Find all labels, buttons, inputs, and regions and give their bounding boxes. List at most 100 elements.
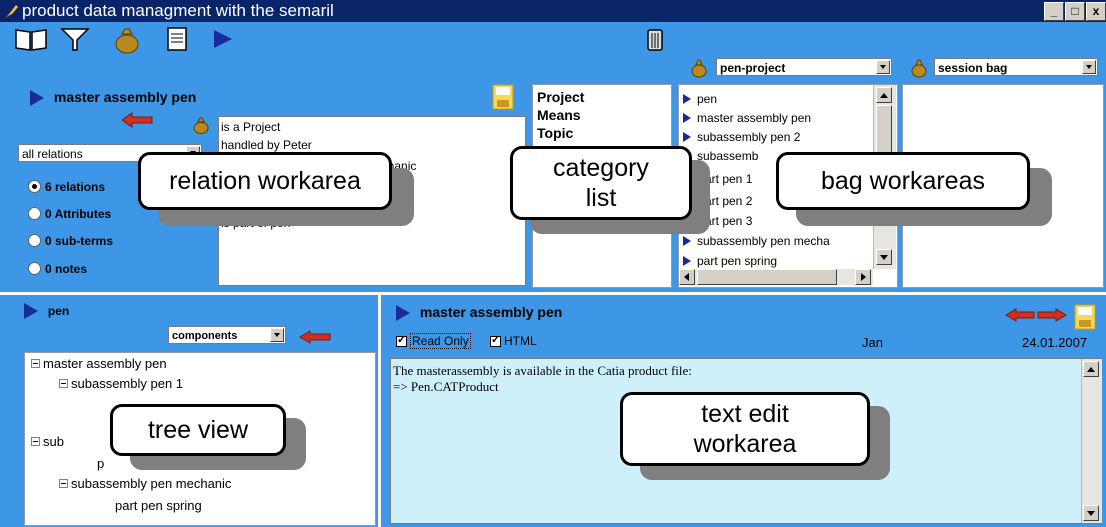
list-item[interactable]: art pen 1 [705, 171, 752, 187]
minimize-button[interactable]: _ [1044, 2, 1064, 21]
list-item-label: pen [697, 92, 718, 106]
session-bag-value: session bag [938, 61, 1008, 75]
radio-button[interactable] [28, 180, 41, 193]
play-icon [683, 132, 691, 142]
title-bar[interactable]: product data managment with the semaril … [0, 0, 1106, 22]
back-arrow-icon[interactable] [298, 330, 332, 344]
relation-filter-value: all relations [22, 147, 83, 161]
bag-icon[interactable] [110, 24, 144, 54]
tree-node[interactable]: p [97, 455, 104, 473]
read-only-checkbox[interactable]: Read Only [396, 333, 471, 349]
list-item[interactable]: art pen 2 [705, 193, 752, 209]
collapse-icon[interactable] [31, 359, 40, 368]
callout-relation-workarea: relation workarea [138, 152, 392, 210]
tree-term: pen [47, 304, 70, 318]
tree-mode-select[interactable]: components [168, 326, 286, 344]
bag-icon[interactable] [690, 58, 708, 78]
list-item[interactable]: part pen spring [683, 253, 777, 269]
scroll-right-icon[interactable] [855, 269, 871, 285]
bag-icon[interactable] [192, 116, 210, 134]
radio-relations[interactable]: 6 relations [28, 180, 105, 194]
close-button[interactable]: x [1086, 2, 1106, 21]
radio-attributes[interactable]: 0 Attributes [28, 207, 111, 221]
list-item[interactable]: is a Project [221, 119, 280, 135]
text-header: master assembly pen [396, 304, 563, 322]
category-item[interactable]: Means [537, 107, 581, 123]
bag-icon[interactable] [910, 58, 928, 78]
play-icon [683, 256, 691, 266]
play-icon [683, 236, 691, 246]
collapse-icon[interactable] [59, 379, 68, 388]
chevron-down-icon[interactable] [270, 328, 284, 342]
checkbox[interactable] [396, 333, 407, 347]
book-icon[interactable] [14, 24, 48, 54]
radio-sub-terms[interactable]: 0 sub-terms [28, 234, 113, 248]
chevron-down-icon[interactable] [1082, 60, 1096, 74]
list-item[interactable]: subassembly pen mecha [683, 233, 830, 249]
save-icon[interactable] [492, 84, 514, 110]
scroll-down-icon[interactable] [876, 249, 892, 265]
scroll-up-icon[interactable] [1083, 361, 1099, 377]
play-icon[interactable] [30, 90, 44, 107]
tree-node[interactable]: part pen spring [115, 497, 202, 515]
navigation-arrows-icon[interactable] [1004, 308, 1068, 322]
callout-bag-workareas: bag workareas [776, 152, 1030, 210]
callout-text: workarea [693, 430, 797, 458]
callout-text: text edit [701, 400, 789, 428]
document-icon[interactable] [160, 24, 194, 54]
scroll-up-icon[interactable] [876, 87, 892, 103]
restore-button[interactable]: □ [1065, 2, 1085, 21]
filter-icon[interactable] [58, 24, 92, 54]
trash-icon[interactable] [638, 24, 672, 54]
list-item[interactable]: handled by Peter [221, 137, 312, 153]
project-bag-select[interactable]: pen-project [716, 58, 892, 76]
app-window: product data managment with the semaril … [0, 0, 1106, 527]
list-item-label: subassembly pen mecha [697, 234, 830, 248]
callout-tree-view: tree view [110, 404, 286, 456]
back-arrow-icon[interactable] [120, 112, 154, 128]
list-item[interactable]: master assembly pen [683, 110, 811, 126]
list-item[interactable]: art pen 3 [705, 213, 752, 229]
play-icon[interactable] [24, 303, 38, 320]
date-label: 24.01.2007 [1022, 335, 1088, 350]
list-item-label: master assembly pen [697, 111, 812, 125]
chevron-down-icon[interactable] [876, 60, 890, 74]
tree-node[interactable]: subassembly pen mechanic [59, 475, 231, 493]
app-icon [5, 5, 18, 18]
html-checkbox[interactable]: HTML [490, 333, 537, 348]
save-icon[interactable] [1074, 304, 1096, 330]
category-item[interactable]: Topic [537, 125, 573, 141]
tree-node[interactable]: master assembly pen [31, 355, 167, 373]
category-item[interactable]: Project [537, 89, 584, 105]
list-item[interactable]: subassembly pen 2 [683, 129, 800, 145]
scroll-down-icon[interactable] [1083, 505, 1099, 521]
radio-button[interactable] [28, 234, 41, 247]
collapse-icon[interactable] [31, 437, 40, 446]
play-icon[interactable] [206, 24, 240, 54]
radio-button[interactable] [28, 207, 41, 220]
checkbox[interactable] [490, 333, 501, 347]
tree-node-label: subassembly pen 1 [71, 376, 184, 391]
project-bag-value: pen-project [720, 61, 786, 75]
callout-text: bag workareas [821, 167, 985, 195]
window-title: product data managment with the semaril [22, 1, 334, 20]
author-label: Jan [862, 335, 883, 350]
read-only-label: Read Only [410, 333, 471, 349]
horizontal-scrollbar[interactable] [679, 269, 873, 285]
tree-node[interactable]: subassembly pen 1 [59, 375, 183, 393]
html-label: HTML [504, 334, 537, 348]
text-line: => Pen.CATProduct [393, 379, 499, 394]
radio-label: 6 relations [45, 180, 106, 194]
list-item[interactable]: pen [683, 91, 717, 107]
play-icon[interactable] [396, 305, 410, 322]
session-bag-select[interactable]: session bag [934, 58, 1098, 76]
tree-node[interactable]: sub [31, 433, 64, 451]
scroll-thumb[interactable] [697, 269, 837, 285]
radio-button[interactable] [28, 262, 41, 275]
radio-notes[interactable]: 0 notes [28, 262, 87, 276]
text-term: master assembly pen [419, 304, 563, 320]
vertical-scrollbar[interactable] [1081, 359, 1102, 523]
collapse-icon[interactable] [59, 479, 68, 488]
text-line: The masterassembly is available in the C… [393, 363, 692, 378]
scroll-left-icon[interactable] [679, 269, 695, 285]
